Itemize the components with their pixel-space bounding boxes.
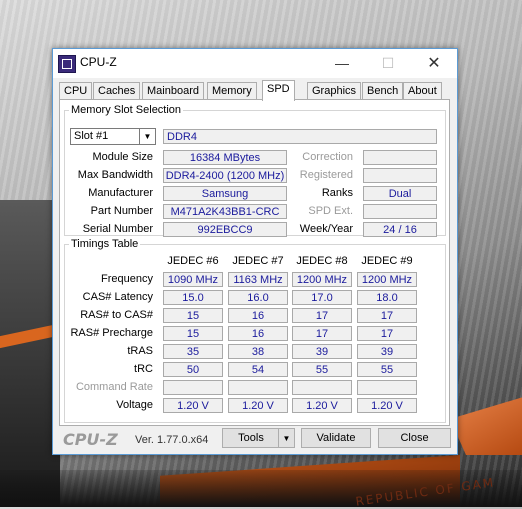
timing-value-cell: 1.20 V: [163, 398, 223, 413]
close-button[interactable]: Close: [378, 428, 451, 448]
tab-memory[interactable]: Memory: [207, 82, 257, 100]
registered-value: [363, 168, 437, 183]
timing-row-label: RAS# Precharge: [70, 327, 153, 339]
timing-value-cell: 15: [163, 308, 223, 323]
timing-value-cell: 55: [292, 362, 352, 377]
version-text: Ver. 1.77.0.x64: [135, 434, 209, 446]
wallpaper-dark-panel: [0, 200, 60, 507]
timing-value-cell: 39: [357, 344, 417, 359]
max-bandwidth-label: Max Bandwidth: [77, 169, 153, 181]
timing-row-label: Voltage: [116, 399, 153, 411]
timing-value-cell: 15: [163, 326, 223, 341]
timing-value-cell: 16.0: [228, 290, 288, 305]
timing-value-cell: 1200 MHz: [292, 272, 352, 287]
week-year-value: 24 / 16: [363, 222, 437, 237]
timing-column-header: JEDEC #8: [296, 255, 348, 267]
timing-value-cell: 54: [228, 362, 288, 377]
timing-value-cell: 17.0: [292, 290, 352, 305]
timings-table-group: Timings Table JEDEC #6 JEDEC #7 JEDEC #8 JE…: [64, 238, 446, 423]
serial-number-label: Serial Number: [82, 223, 153, 235]
timing-value-cell: 1.20 V: [292, 398, 352, 413]
timing-value-cell: 17: [292, 326, 352, 341]
tab-cpu[interactable]: CPU: [59, 82, 93, 100]
serial-number-value: 992EBCC9: [163, 222, 287, 237]
tab-graphics[interactable]: Graphics: [307, 82, 362, 100]
timing-value-cell: 1.20 V: [357, 398, 417, 413]
tools-button-label: Tools: [238, 432, 264, 444]
timing-column-header: JEDEC #9: [361, 255, 413, 267]
timing-value-cell: [292, 380, 352, 395]
timing-value-cell: 1163 MHz: [228, 272, 288, 287]
timing-row-label: Command Rate: [75, 381, 153, 393]
ranks-label: Ranks: [321, 187, 353, 199]
module-size-value: 16384 MBytes: [163, 150, 287, 165]
spd-ext-label: SPD Ext.: [308, 205, 353, 217]
timing-value-cell: 1.20 V: [228, 398, 288, 413]
manufacturer-value: Samsung: [163, 186, 287, 201]
maximize-button[interactable]: ☐: [365, 49, 411, 78]
timing-value-cell: 1090 MHz: [163, 272, 223, 287]
timing-value-cell: 16: [228, 326, 288, 341]
timing-value-cell: 17: [357, 308, 417, 323]
timing-row-label: tRC: [134, 363, 153, 375]
timing-value-cell: 18.0: [357, 290, 417, 305]
part-number-label: Part Number: [90, 205, 153, 217]
max-bandwidth-value: DDR4-2400 (1200 MHz): [163, 168, 287, 183]
timing-row-label: RAS# to CAS#: [80, 309, 153, 321]
memory-slot-selection-title: Memory Slot Selection: [71, 104, 182, 116]
slot-select-value: Slot #1: [74, 130, 109, 142]
validate-button[interactable]: Validate: [301, 428, 371, 448]
timing-value-cell: 1200 MHz: [357, 272, 417, 287]
spd-ext-value: [363, 204, 437, 219]
correction-label: Correction: [302, 151, 353, 163]
tab-about[interactable]: About: [403, 82, 442, 100]
tab-bench[interactable]: Bench: [362, 82, 404, 100]
timing-column-header: JEDEC #7: [232, 255, 284, 267]
spd-panel: Memory Slot Selection Slot #1 ▼ DDR4 Mod…: [59, 99, 450, 426]
timing-row-label: Frequency: [101, 273, 153, 285]
minimize-button[interactable]: —: [319, 49, 365, 78]
timing-value-cell: 15.0: [163, 290, 223, 305]
cpuz-window: CPU-Z — ☐ ✕ CPU Caches Mainboard Memory …: [52, 48, 458, 455]
memory-type-value: DDR4: [163, 129, 437, 144]
cpuz-logo: CPU-Z: [63, 430, 118, 449]
chevron-down-icon[interactable]: ▼: [139, 129, 155, 144]
memory-slot-selection-group: Memory Slot Selection Slot #1 ▼ DDR4 Mod…: [64, 104, 446, 237]
tab-spd[interactable]: SPD: [262, 80, 295, 101]
timing-column-header: JEDEC #6: [167, 255, 219, 267]
tab-mainboard[interactable]: Mainboard: [142, 82, 204, 100]
tools-dropdown-chevron-icon[interactable]: ▼: [278, 428, 295, 448]
timing-value-cell: 50: [163, 362, 223, 377]
timing-value-cell: [357, 380, 417, 395]
cpuz-app-icon: [58, 55, 76, 73]
module-size-label: Module Size: [92, 151, 153, 163]
timing-value-cell: 17: [292, 308, 352, 323]
timing-value-cell: 39: [292, 344, 352, 359]
window-title: CPU-Z: [80, 55, 117, 69]
timing-value-cell: 35: [163, 344, 223, 359]
tab-caches[interactable]: Caches: [93, 82, 141, 100]
timing-row-label: tRAS: [127, 345, 153, 357]
timing-value-cell: 38: [228, 344, 288, 359]
registered-label: Registered: [299, 169, 353, 181]
timing-value-cell: 17: [357, 326, 417, 341]
title-bar[interactable]: CPU-Z — ☐ ✕: [53, 49, 457, 78]
timing-value-cell: [163, 380, 223, 395]
timing-value-cell: 16: [228, 308, 288, 323]
part-number-value: M471A2K43BB1-CRC: [163, 204, 287, 219]
timing-row-label: CAS# Latency: [82, 291, 153, 303]
ranks-value: Dual: [363, 186, 437, 201]
timing-value-cell: 55: [357, 362, 417, 377]
slot-select[interactable]: Slot #1 ▼: [70, 128, 156, 145]
close-window-button[interactable]: ✕: [411, 49, 457, 78]
timings-table-title: Timings Table: [71, 238, 139, 250]
timing-value-cell: [228, 380, 288, 395]
correction-value: [363, 150, 437, 165]
manufacturer-label: Manufacturer: [88, 187, 153, 199]
week-year-label: Week/Year: [299, 223, 353, 235]
